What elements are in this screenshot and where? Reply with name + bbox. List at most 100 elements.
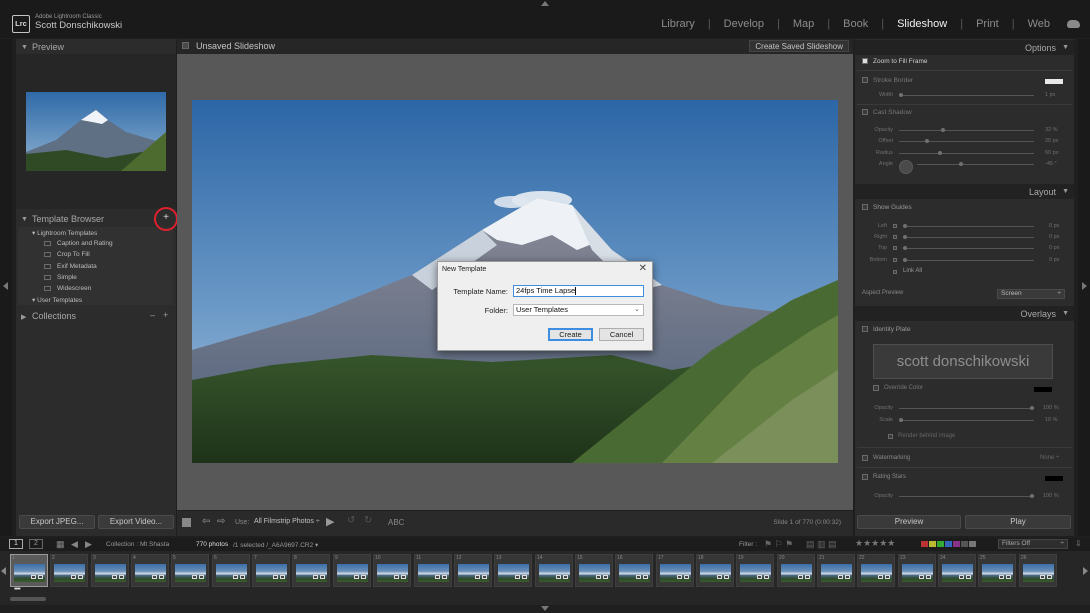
selection-info[interactable]: /1 selected /_A6A9697.CR2 ▾ xyxy=(233,541,318,549)
identity-plate-preview[interactable]: scott donschikowski xyxy=(873,344,1053,379)
module-library[interactable]: Library xyxy=(661,18,695,30)
radius-slider-knob[interactable] xyxy=(938,151,942,155)
create-button[interactable]: Create xyxy=(548,328,593,341)
cloud-sync-icon[interactable] xyxy=(1067,20,1080,28)
module-slideshow[interactable]: Slideshow xyxy=(897,18,947,30)
filmstrip-thumbnail[interactable]: 26 xyxy=(1019,554,1057,587)
color-filter-other[interactable] xyxy=(969,541,976,547)
filmstrip-thumbnail[interactable]: 24 xyxy=(938,554,976,587)
filmstrip-thumbnail[interactable]: 20 xyxy=(777,554,815,587)
create-saved-slideshow-button[interactable]: Create Saved Slideshow xyxy=(749,40,849,52)
module-book[interactable]: Book xyxy=(843,18,868,30)
offset-slider-knob[interactable] xyxy=(925,139,929,143)
filmstrip-thumbnail[interactable]: 8 xyxy=(292,554,330,587)
filmstrip-thumbnail[interactable]: 7 xyxy=(252,554,290,587)
stop-icon[interactable] xyxy=(182,518,191,527)
template-item[interactable]: Exif Metadata xyxy=(57,263,97,270)
filmstrip-scroll-left-icon[interactable] xyxy=(1,567,6,575)
override-color-checkbox[interactable] xyxy=(873,385,879,391)
folder-dropdown[interactable]: User Templates ⌄ xyxy=(513,304,644,316)
filmstrip-scroll-right-icon[interactable] xyxy=(1083,567,1088,575)
right-panel-toggle-strip[interactable] xyxy=(1078,39,1090,536)
right-slider[interactable] xyxy=(903,237,1034,238)
add-text-overlay-button[interactable]: ABC xyxy=(388,518,404,527)
link-top-checkbox[interactable] xyxy=(893,246,897,250)
collapse-top-panel-icon[interactable] xyxy=(541,1,549,6)
rotate-right-icon[interactable]: ↻ xyxy=(364,515,372,526)
forward-arrow-icon[interactable]: ▶ xyxy=(85,539,92,550)
link-bottom-checkbox[interactable] xyxy=(893,258,897,262)
secondary-window-2-button[interactable]: 2 xyxy=(29,539,43,549)
filmstrip-thumbnail[interactable]: 5 xyxy=(171,554,209,587)
filmstrip-thumbnail[interactable]: 6 xyxy=(212,554,250,587)
collapse-bottom-panel-icon[interactable] xyxy=(541,606,549,611)
collapse-left-icon[interactable] xyxy=(3,282,8,290)
filmstrip-thumbnail[interactable]: 11 xyxy=(414,554,452,587)
folder-lightroom-templates[interactable]: ▾ Lightroom Templates xyxy=(32,229,97,237)
color-filter-blue[interactable] xyxy=(945,541,952,547)
virtual-copy-filter-icon[interactable]: ▤ ▥ ▤ xyxy=(806,539,837,550)
filmstrip-thumbnail[interactable]: 12 xyxy=(454,554,492,587)
filmstrip-thumbnail[interactable]: 2 xyxy=(50,554,88,587)
template-browser-header[interactable]: ▼ Template Browser xyxy=(16,212,176,226)
cast-shadow-checkbox[interactable] xyxy=(862,109,868,115)
link-left-checkbox[interactable] xyxy=(893,224,897,228)
rating-filter-stars[interactable]: ★★★★★ xyxy=(855,538,895,549)
watermark-dropdown[interactable]: None ÷ xyxy=(1040,455,1059,461)
filmstrip-thumbnail[interactable]: 9 xyxy=(333,554,371,587)
export-jpeg-button[interactable]: Export JPEG... xyxy=(19,515,95,529)
rs-opacity-slider-knob[interactable] xyxy=(1030,494,1034,498)
flag-filter-icon[interactable]: ⚑ ⚐ ⚑ xyxy=(764,539,793,550)
dialog-close-button[interactable]: ✕ xyxy=(639,263,647,274)
filmstrip-thumbnail[interactable]: 23 xyxy=(898,554,936,587)
color-filter-yellow[interactable] xyxy=(929,541,936,547)
rating-stars-checkbox[interactable] xyxy=(862,474,868,480)
module-print[interactable]: Print xyxy=(976,18,999,30)
preview-panel-header[interactable]: ▼ Preview xyxy=(16,40,176,54)
filmstrip-thumbnail[interactable]: 18 xyxy=(696,554,734,587)
rating-stars-color-swatch[interactable] xyxy=(1045,476,1063,481)
zoom-to-fill-checkbox[interactable] xyxy=(862,58,868,64)
secondary-window-1-button[interactable]: 1 xyxy=(9,539,23,549)
override-color-swatch[interactable] xyxy=(1034,387,1052,392)
add-template-button[interactable]: + xyxy=(161,212,171,224)
render-behind-checkbox[interactable] xyxy=(888,434,893,439)
left-slider[interactable] xyxy=(903,226,1034,227)
template-item[interactable]: Caption and Rating xyxy=(57,240,113,247)
module-develop[interactable]: Develop xyxy=(724,18,764,30)
angle-slider[interactable] xyxy=(917,164,1034,165)
filmstrip-thumbnail[interactable]: 17 xyxy=(656,554,694,587)
template-name-input[interactable]: 24fps Time Lapse xyxy=(513,285,644,297)
collapse-triangle-icon[interactable]: ▼ xyxy=(21,216,28,223)
cancel-button[interactable]: Cancel xyxy=(599,328,644,341)
ip-opacity-slider[interactable] xyxy=(899,408,1034,409)
filmstrip-lock-icon[interactable]: ⇩ xyxy=(1075,539,1082,548)
top-slider[interactable] xyxy=(903,248,1034,249)
filmstrip-thumbnail[interactable]: 19 xyxy=(736,554,774,587)
filmstrip-thumbnail[interactable]: 25 xyxy=(978,554,1016,587)
filmstrip-thumbnail[interactable]: 3 xyxy=(91,554,129,587)
show-guides-checkbox[interactable] xyxy=(862,204,868,210)
width-slider-knob[interactable] xyxy=(899,93,903,97)
module-web[interactable]: Web xyxy=(1028,18,1050,30)
layout-header[interactable]: Layout ▼ xyxy=(855,184,1074,199)
play-button[interactable]: Play xyxy=(965,515,1071,529)
rotate-left-icon[interactable]: ↺ xyxy=(347,515,355,526)
identity-plate-checkbox[interactable] xyxy=(862,326,868,332)
template-item[interactable]: Widescreen xyxy=(57,285,91,292)
remove-collection-button[interactable]: – xyxy=(150,310,155,320)
radius-slider[interactable] xyxy=(899,153,1034,154)
folder-user-templates[interactable]: ▾ User Templates xyxy=(32,296,82,304)
play-icon[interactable]: ▶ xyxy=(326,515,334,528)
filmstrip-thumbnail[interactable]: 4 xyxy=(131,554,169,587)
scale-slider[interactable] xyxy=(899,420,1034,421)
opacity-slider[interactable] xyxy=(899,130,1034,131)
top-slider-knob[interactable] xyxy=(903,246,907,250)
offset-slider[interactable] xyxy=(899,141,1034,142)
previous-slide-icon[interactable]: ⇦ xyxy=(202,516,210,527)
preview-button[interactable]: Preview xyxy=(857,515,961,529)
link-right-checkbox[interactable] xyxy=(893,235,897,239)
template-item[interactable]: Simple xyxy=(57,274,77,281)
filmstrip-thumbnail[interactable]: 15 xyxy=(575,554,613,587)
rs-opacity-slider[interactable] xyxy=(899,496,1034,497)
